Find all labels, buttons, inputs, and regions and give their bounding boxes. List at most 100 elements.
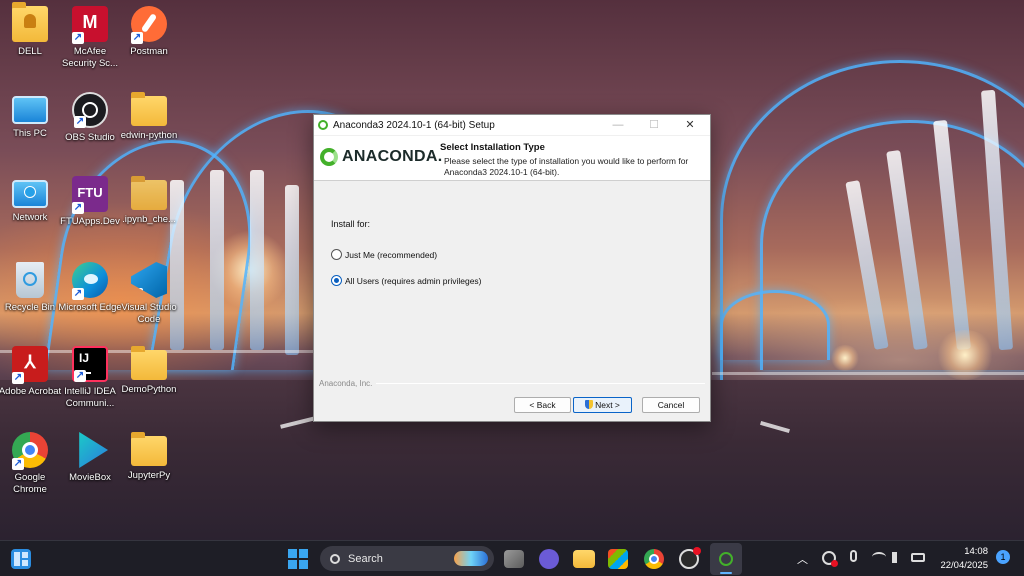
desktop-icon-mcafee[interactable]: M ↗ McAfee Security Sc...	[57, 6, 123, 70]
start-button[interactable]	[288, 549, 308, 569]
radio-just-me[interactable]	[331, 249, 342, 260]
maximize-button[interactable]: ☐	[636, 115, 672, 135]
uac-shield-icon	[585, 400, 594, 409]
search-placeholder: Search	[348, 552, 383, 565]
desktop-icon-network[interactable]: Network	[0, 176, 63, 224]
desktop-icon-label: DemoPython	[121, 384, 177, 395]
desktop-icon-label: MovieBox	[69, 472, 111, 483]
sync-icon[interactable]	[822, 551, 838, 567]
minimize-button[interactable]: —	[600, 115, 636, 135]
edge-icon: ↗	[72, 262, 108, 300]
divider	[376, 383, 705, 384]
close-button[interactable]: ✕	[672, 115, 708, 135]
desktop-icon-ftuapps[interactable]: FTU ↗ FTUApps.Dev	[57, 176, 123, 228]
obs-taskbar-icon[interactable]	[679, 547, 701, 569]
folder-icon	[131, 92, 167, 126]
desktop-icon-label: McAfee Security Sc...	[62, 46, 118, 69]
task-view-icon[interactable]	[504, 550, 524, 568]
desktop-icon-label: Recycle Bin	[4, 302, 56, 313]
acrobat-icon: ⅄ ↗	[12, 346, 48, 384]
chrome-taskbar-icon[interactable]	[644, 549, 664, 569]
folder-icon	[131, 432, 167, 466]
taskbar-search[interactable]: Search	[320, 546, 494, 571]
desktop-icon-jupyterpy[interactable]: JupyterPy	[116, 432, 182, 482]
anaconda-taskbar-button[interactable]	[710, 543, 742, 575]
chevron-up-icon[interactable]: ︿	[797, 551, 808, 567]
radio-all-users[interactable]	[331, 275, 342, 286]
desktop-icon-recycle-bin[interactable]: Recycle Bin	[0, 262, 63, 314]
desktop-icon-demopython[interactable]: DemoPython	[116, 346, 182, 396]
monitor-icon	[12, 96, 48, 124]
option-just-me-label[interactable]: Just Me (recommended)	[345, 250, 437, 260]
dialog-titlebar[interactable]: Anaconda3 2024.10-1 (64-bit) Setup — ☐ ✕	[314, 115, 710, 135]
desktop-icon-obs-studio[interactable]: ↗ OBS Studio	[57, 92, 123, 144]
bridge-arch-left-2	[43, 140, 267, 370]
anaconda-ring-icon	[320, 148, 338, 166]
desktop-icon-label: Visual Studio Code	[121, 302, 177, 325]
chrome-icon: ↗	[12, 432, 48, 470]
desktop-icon-label: IntelliJ IDEA Communi...	[64, 386, 116, 409]
notification-badge[interactable]: 1	[996, 550, 1010, 564]
option-just-me[interactable]: Just Me (recommended)	[331, 249, 437, 260]
option-all-users-label[interactable]: All Users (requires admin privileges)	[345, 276, 482, 286]
desktop-icon-microsoft-edge[interactable]: ↗ Microsoft Edge	[57, 262, 123, 314]
install-for-label: Install for:	[331, 219, 371, 229]
bridge-fin	[250, 170, 264, 350]
next-button-label: Next >	[595, 400, 620, 410]
chat-icon[interactable]	[539, 549, 559, 569]
volume-icon[interactable]	[892, 552, 904, 563]
microsoft-store-icon[interactable]	[608, 549, 628, 569]
recycle-bin-icon	[16, 262, 44, 298]
desktop-icon-dell[interactable]: DELL	[0, 2, 63, 58]
option-all-users[interactable]: All Users (requires admin privileges)	[331, 275, 482, 286]
bridge-fin	[285, 185, 299, 355]
desktop-icon-vscode[interactable]: ↗ Visual Studio Code	[116, 262, 182, 326]
moviebox-icon	[79, 432, 108, 468]
next-button[interactable]: Next >	[573, 397, 632, 413]
obs-icon: ↗	[72, 92, 108, 128]
desktop-icon-label: Microsoft Edge	[58, 302, 122, 313]
taskbar: Search ︿ 14:08 22/04/2025 1	[0, 540, 1024, 576]
header-description: Please select the type of installation y…	[444, 156, 689, 177]
anaconda-logo: ANACONDA.	[320, 148, 442, 166]
guard-rail	[712, 372, 1024, 375]
desktop-icon-edwin-python[interactable]: edwin-python	[116, 92, 182, 142]
intellij-icon: IJ ↗	[72, 346, 108, 382]
desktop-icon-google-chrome[interactable]: ↗ Google Chrome	[0, 432, 63, 496]
widgets-icon[interactable]	[11, 549, 31, 569]
desktop-icon-this-pc[interactable]: This PC	[0, 92, 63, 140]
folder-user-icon	[12, 2, 48, 42]
ftu-icon: FTU ↗	[72, 176, 108, 214]
clock-date[interactable]: 22/04/2025	[930, 560, 988, 571]
anaconda-setup-dialog: Anaconda3 2024.10-1 (64-bit) Setup — ☐ ✕…	[313, 114, 711, 422]
battery-icon[interactable]	[911, 553, 925, 562]
desktop-icon-intellij[interactable]: IJ ↗ IntelliJ IDEA Communi...	[57, 346, 123, 410]
anaconda-app-icon	[318, 120, 328, 130]
vscode-icon: ↗	[131, 262, 167, 298]
desktop-icon-label: Adobe Acrobat	[0, 386, 62, 397]
search-highlight-icon	[454, 551, 488, 566]
mcafee-icon: M ↗	[72, 6, 108, 44]
back-button[interactable]: < Back	[514, 397, 571, 413]
desktop-icon-adobe-acrobat[interactable]: ⅄ ↗ Adobe Acrobat	[0, 346, 63, 398]
file-explorer-icon[interactable]	[573, 550, 595, 568]
network-icon	[12, 180, 48, 208]
microphone-icon[interactable]	[850, 550, 857, 562]
desktop-icon-label: JupyterPy	[127, 470, 171, 481]
desktop-icon-label: This PC	[13, 128, 47, 139]
desktop-icon-label: Google Chrome	[13, 472, 47, 495]
desktop-icon-label: FTUApps.Dev	[60, 216, 120, 227]
desktop-icon-label: OBS Studio	[65, 132, 115, 143]
desktop-icon-ipynb-checkpoints[interactable]: .ipynb_che...	[116, 176, 182, 226]
cancel-button[interactable]: Cancel	[642, 397, 700, 413]
dialog-header: ANACONDA. Select Installation Type Pleas…	[314, 136, 710, 181]
desktop-icon-label: .ipynb_che...	[122, 214, 176, 225]
branding-line: Anaconda, Inc.	[319, 379, 705, 388]
street-light-glow	[830, 345, 860, 371]
bridge-fin	[210, 170, 224, 350]
desktop-icon-postman[interactable]: ↗ Postman	[116, 6, 182, 58]
wifi-icon[interactable]	[872, 552, 886, 562]
anaconda-taskbar-icon	[719, 552, 733, 566]
desktop-icon-moviebox[interactable]: MovieBox	[57, 432, 123, 484]
clock-time[interactable]: 14:08	[930, 546, 988, 557]
